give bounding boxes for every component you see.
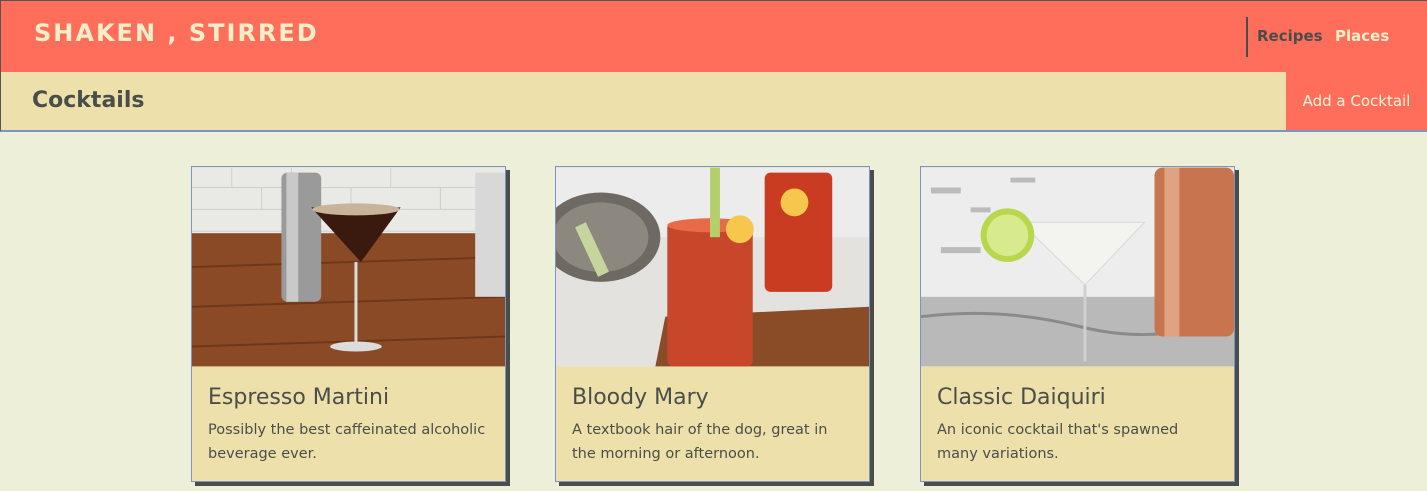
top-navbar: SHAKEN , STIRRED Recipes Places: [0, 0, 1427, 72]
page-header: Cocktails Add a Cocktail: [0, 72, 1427, 132]
espresso-martini-image: [192, 167, 505, 367]
card-title: Espresso Martini: [208, 385, 390, 410]
bloody-mary-image: [556, 167, 869, 367]
add-cocktail-button[interactable]: Add a Cocktail: [1286, 72, 1427, 130]
card-description: Possibly the best caffeinated alcoholic …: [208, 422, 486, 462]
brand-logo[interactable]: SHAKEN , STIRRED: [34, 19, 319, 47]
classic-daiquiri-image: [921, 167, 1234, 367]
card-description: An iconic cocktail that's spawned many v…: [937, 422, 1179, 462]
nav-places-link[interactable]: Places: [1335, 27, 1389, 45]
cocktail-card-bloody-mary[interactable]: Bloody Mary A textbook hair of the dog, …: [555, 166, 870, 482]
cocktail-card-classic-daiquiri[interactable]: Classic Daiquiri An iconic cocktail that…: [920, 166, 1235, 482]
card-description: A textbook hair of the dog, great in the…: [572, 422, 828, 462]
nav-divider: [1246, 17, 1248, 57]
nav-recipes-link[interactable]: Recipes: [1257, 27, 1323, 45]
page-title: Cocktails: [32, 88, 145, 113]
cocktail-card-espresso-martini[interactable]: Espresso Martini Possibly the best caffe…: [191, 166, 506, 482]
card-title: Classic Daiquiri: [937, 385, 1106, 410]
card-title: Bloody Mary: [572, 385, 709, 410]
